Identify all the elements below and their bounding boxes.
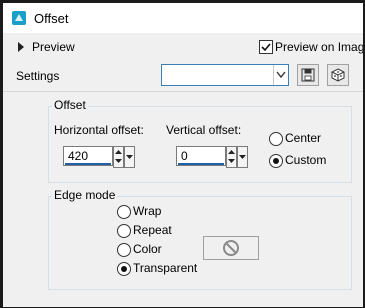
chevron-down-icon [239,155,246,159]
chevron-down-icon [126,155,133,159]
checkmark-icon [261,43,271,52]
radio-color[interactable] [117,243,131,257]
arrow-up-icon[interactable] [228,149,235,155]
divider [3,91,363,92]
radio-transparent-label[interactable]: Transparent [133,261,197,275]
window-title: Offset [34,11,69,26]
title-bar: Offset [3,3,363,33]
horizontal-offset-dropdown[interactable] [124,146,135,168]
arrow-down-icon[interactable] [115,158,122,164]
preview-on-image-checkbox[interactable] [259,40,273,54]
no-color-icon [223,240,239,256]
arrow-up-icon[interactable] [115,149,122,155]
vertical-offset-arrows[interactable] [226,146,237,168]
vertical-offset-value: 0 [181,149,188,163]
horizontal-offset-label: Horizontal offset: [54,123,144,137]
radio-center-label[interactable]: Center [285,131,321,145]
preview-toggle[interactable]: Preview [32,40,75,54]
vertical-offset-input[interactable]: 0 [176,146,226,166]
radio-transparent[interactable] [117,262,131,276]
vertical-offset-label: Vertical offset: [166,123,242,137]
horizontal-offset-arrows[interactable] [113,146,124,168]
radio-custom-label[interactable]: Custom [285,153,326,167]
radio-repeat-label[interactable]: Repeat [133,223,172,237]
expand-preview-icon[interactable] [18,42,24,52]
dice-icon [331,68,345,82]
vertical-offset-dropdown[interactable] [237,146,248,168]
save-icon [301,68,315,82]
save-preset-button[interactable] [297,64,319,86]
radio-selected-dot [273,158,279,164]
radio-custom[interactable] [269,154,283,168]
radio-repeat[interactable] [117,224,131,238]
horizontal-offset-input[interactable]: 420 [63,146,113,166]
settings-combo-dropdown[interactable] [273,65,288,85]
preview-row: Preview Preview on Image [3,33,363,61]
input-underline [178,163,224,165]
radio-selected-dot [121,266,127,272]
horizontal-offset-spinner[interactable]: 420 [63,146,135,168]
radio-wrap[interactable] [117,205,131,219]
app-icon [12,11,26,25]
horizontal-offset-value: 420 [68,149,89,163]
edge-mode-group-title: Edge mode [52,188,118,202]
radio-wrap-label[interactable]: Wrap [133,204,161,218]
arrow-down-icon[interactable] [228,158,235,164]
edge-color-swatch[interactable] [203,236,259,260]
settings-row: Settings [3,61,363,91]
input-underline [65,163,111,165]
settings-combo[interactable] [161,64,289,86]
offset-group-title: Offset [52,98,88,112]
edge-mode-group [48,196,352,290]
vertical-offset-spinner[interactable]: 0 [176,146,248,168]
chevron-down-icon [276,71,286,79]
offset-dialog: Offset Preview Preview on Image Settings [3,3,363,307]
preview-on-image-label[interactable]: Preview on Image [275,40,363,54]
randomize-button[interactable] [327,64,349,86]
settings-label: Settings [16,69,60,83]
radio-color-label[interactable]: Color [133,242,162,256]
radio-center[interactable] [269,132,283,146]
